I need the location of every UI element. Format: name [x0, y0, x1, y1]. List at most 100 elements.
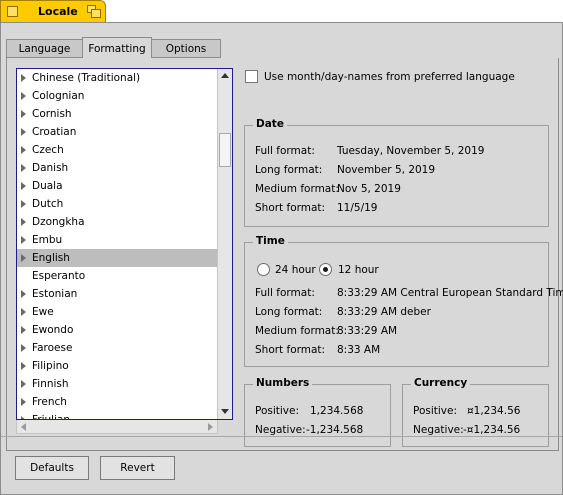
numbers-negative-value: -1,234.568 — [306, 424, 364, 436]
expand-arrow-icon[interactable] — [21, 254, 26, 262]
window-tab[interactable]: Locale — [0, 0, 106, 22]
vertical-scrollbar[interactable] — [217, 69, 232, 419]
radio-12-hour-label[interactable]: 12 hour — [338, 264, 379, 276]
expand-arrow-icon[interactable] — [21, 326, 26, 334]
language-list-item[interactable]: Ewe — [17, 303, 217, 321]
expand-arrow-icon[interactable] — [21, 182, 26, 190]
expand-arrow-icon[interactable] — [21, 128, 26, 136]
language-label: Filipino — [32, 360, 69, 372]
language-label: Croatian — [32, 126, 77, 138]
language-list-item[interactable]: Friulian — [17, 411, 217, 419]
language-label: Estonian — [32, 288, 78, 300]
scroll-down-button[interactable] — [218, 405, 232, 419]
revert-button[interactable]: Revert — [100, 456, 175, 480]
language-list-item[interactable]: Danish — [17, 159, 217, 177]
time-long-label: Long format: — [255, 306, 323, 318]
arrow-down-icon — [221, 409, 229, 414]
currency-group: Currency Positive: ¤1,234.56 Negative: -… — [402, 377, 549, 447]
defaults-button-label: Defaults — [30, 462, 74, 474]
expand-arrow-icon[interactable] — [21, 344, 26, 352]
tab-label: Formatting — [88, 43, 146, 55]
close-icon[interactable] — [7, 6, 18, 17]
window-title-bar[interactable]: Locale — [0, 0, 563, 22]
language-list-item[interactable]: Dutch — [17, 195, 217, 213]
expand-arrow-icon[interactable] — [21, 290, 26, 298]
window-title: Locale — [38, 5, 78, 18]
time-group-title: Time — [253, 235, 288, 247]
tab-options[interactable]: Options — [151, 39, 221, 58]
radio-24-hour[interactable] — [257, 263, 270, 276]
defaults-button[interactable]: Defaults — [15, 456, 89, 480]
scroll-up-button[interactable] — [218, 69, 232, 83]
radio-24-hour-label[interactable]: 24 hour — [275, 264, 316, 276]
language-list-item[interactable]: Colognian — [17, 87, 217, 105]
language-label: Dzongkha — [32, 216, 85, 228]
expand-arrow-icon[interactable] — [21, 74, 26, 82]
radio-12-hour[interactable] — [319, 263, 332, 276]
language-label: Ewondo — [32, 324, 74, 336]
expand-arrow-icon[interactable] — [21, 146, 26, 154]
date-medium-value: Nov 5, 2019 — [337, 183, 401, 195]
language-label: Chinese (Traditional) — [32, 72, 141, 84]
language-list-item[interactable]: Dzongkha — [17, 213, 217, 231]
language-list-item[interactable]: French — [17, 393, 217, 411]
language-list-item[interactable]: Finnish — [17, 375, 217, 393]
date-long-value: November 5, 2019 — [337, 164, 436, 176]
expand-arrow-icon[interactable] — [21, 380, 26, 388]
tab-formatting[interactable]: Formatting — [82, 37, 152, 59]
language-list-item[interactable]: Ewondo — [17, 321, 217, 339]
expand-arrow-icon[interactable] — [21, 236, 26, 244]
time-long-value: 8:33:29 AM deber — [337, 306, 431, 318]
expand-arrow-icon[interactable] — [21, 362, 26, 370]
language-list-item[interactable]: Filipino — [17, 357, 217, 375]
expand-arrow-icon[interactable] — [21, 218, 26, 226]
language-list-item[interactable]: Esperanto — [17, 267, 217, 285]
use-month-day-names-label[interactable]: Use month/day-names from preferred langu… — [264, 71, 515, 83]
time-medium-label: Medium format: — [255, 325, 339, 337]
language-label: Cornish — [32, 108, 72, 120]
expand-arrow-icon[interactable] — [21, 308, 26, 316]
tab-label: Options — [165, 43, 207, 55]
date-medium-label: Medium format: — [255, 183, 339, 195]
numbers-group-title: Numbers — [253, 377, 313, 389]
language-list-item[interactable]: Faroese — [17, 339, 217, 357]
language-list[interactable]: Chinese (Traditional) Colognian Cornish Cro… — [16, 68, 233, 420]
language-label: Embu — [32, 234, 63, 246]
arrow-right-icon[interactable] — [208, 423, 213, 431]
numbers-positive-value: 1,234.568 — [310, 405, 364, 417]
time-group: Time 24 hour 12 hour Full format: 8:33:2… — [244, 235, 563, 367]
language-list-item[interactable]: Chinese (Traditional) — [17, 69, 217, 87]
zoom-icon[interactable] — [87, 5, 101, 18]
bottom-divider — [1, 436, 562, 437]
expand-arrow-icon[interactable] — [21, 110, 26, 118]
date-short-label: Short format: — [255, 202, 326, 214]
currency-negative-value: -¤1,234.56 — [463, 424, 521, 436]
language-list-item[interactable]: Duala — [17, 177, 217, 195]
language-list-item[interactable]: Estonian — [17, 285, 217, 303]
tab-language[interactable]: Language — [6, 39, 83, 58]
expand-arrow-icon[interactable] — [21, 398, 26, 406]
language-list-item[interactable]: Czech — [17, 141, 217, 159]
currency-positive-value: ¤1,234.56 — [467, 405, 521, 417]
language-list-item[interactable]: Cornish — [17, 105, 217, 123]
expand-arrow-icon[interactable] — [21, 92, 26, 100]
numbers-group: Numbers Positive: 1,234.568 Negative: -1… — [244, 377, 391, 447]
language-list-item[interactable]: Croatian — [17, 123, 217, 141]
language-list-item[interactable]: English — [17, 249, 217, 267]
scroll-thumb[interactable] — [219, 133, 231, 167]
date-group-title: Date — [253, 118, 287, 130]
time-full-value: 8:33:29 AM Central European Standard Tim… — [337, 287, 563, 299]
use-month-day-names-checkbox[interactable] — [245, 70, 258, 83]
locale-window: Language Formatting Options Chinese (Tra… — [0, 22, 563, 495]
language-list-item[interactable]: Embu — [17, 231, 217, 249]
arrow-left-icon[interactable] — [21, 423, 26, 431]
time-full-label: Full format: — [255, 287, 315, 299]
horizontal-scrollbar[interactable] — [16, 420, 218, 434]
language-label: Dutch — [32, 198, 64, 210]
expand-arrow-icon[interactable] — [21, 200, 26, 208]
date-full-label: Full format: — [255, 145, 315, 157]
expand-arrow-icon[interactable] — [21, 164, 26, 172]
radio-selected-dot — [323, 267, 328, 272]
language-label: French — [32, 396, 67, 408]
time-medium-value: 8:33:29 AM — [337, 325, 398, 337]
